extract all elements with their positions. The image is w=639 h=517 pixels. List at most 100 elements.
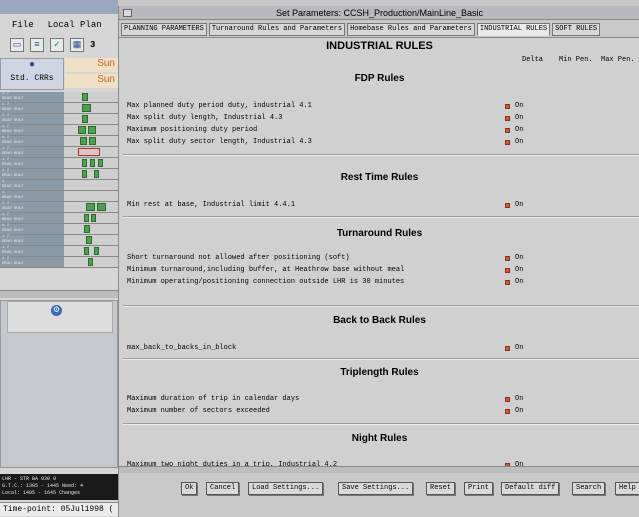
- search-button[interactable]: Search: [572, 482, 606, 495]
- crew-row[interactable]: 1 DEAD RULE: [0, 180, 118, 191]
- section-divider: [123, 423, 639, 425]
- day-header: Sun: [65, 74, 118, 88]
- button-bar: Ok Cancel Load Settings... Save Settings...…: [119, 474, 639, 517]
- status-line: LHR - STR BA 930 0: [2, 476, 57, 482]
- toggle-indicator-icon[interactable]: [505, 127, 510, 133]
- section-divider: [123, 216, 639, 218]
- toggle-label: On: [515, 126, 524, 134]
- tab-turnaround-rules-and-parameters[interactable]: Turnaround Rules and Parameters: [208, 23, 346, 36]
- tab-planning-parameters[interactable]: PLANNING PARAMETERS: [121, 23, 207, 36]
- rule-toggle[interactable]: On: [505, 265, 523, 275]
- toggle-label: On: [515, 102, 524, 110]
- default-diff-button[interactable]: Default diff: [501, 482, 560, 495]
- grid-icon[interactable]: ▦: [70, 38, 84, 52]
- toggle-indicator-icon[interactable]: [505, 279, 510, 285]
- cancel-button[interactable]: Cancel: [206, 482, 240, 495]
- day-header: Sun: [65, 58, 118, 72]
- save-settings-button[interactable]: Save Settings...: [338, 482, 414, 495]
- toggle-indicator-icon[interactable]: [505, 103, 510, 109]
- crew-row[interactable]: 1 7 DEAD RULE: [0, 147, 118, 158]
- open-icon[interactable]: ▭: [10, 38, 24, 52]
- horizontal-scrollbar[interactable]: [0, 290, 118, 298]
- dialog-titlebar: Set Parameters: CCSH_Production/MainLine…: [119, 6, 639, 20]
- rule-row: Short turnaround not allowed after posit…: [125, 253, 639, 263]
- tab-bar: PLANNING PARAMETERS Turnaround Rules and …: [119, 23, 639, 37]
- rule-toggle[interactable]: On: [505, 125, 523, 135]
- toolbar: ▭ ≡ ✓ ▦ 3: [10, 38, 95, 52]
- section-title: FDP Rules: [354, 73, 405, 84]
- crew-row[interactable]: 1 7 DEAD RULE: [0, 235, 118, 246]
- tab-homebase-rules-and-parameters[interactable]: Homebase Rules and Parameters: [347, 23, 475, 36]
- toggle-indicator-icon[interactable]: [505, 202, 510, 208]
- toggle-indicator-icon[interactable]: [505, 267, 510, 273]
- rule-row: max_back_to_backs_in_block On: [125, 343, 639, 353]
- crew-row[interactable]: 1 7 DEAD RULE: [0, 158, 118, 169]
- toggle-indicator-icon[interactable]: [505, 139, 510, 145]
- plan-header: ● Std. CRRs Sun Sun: [0, 58, 118, 90]
- info-column-header[interactable]: ● Std. CRRs: [0, 58, 64, 90]
- crew-row[interactable]: 1 7 DEAD RULE: [0, 257, 118, 268]
- menu-local-plan[interactable]: Local Plan: [48, 20, 102, 30]
- rule-row: Maximum duration of trip in calendar day…: [125, 394, 639, 404]
- load-settings-button[interactable]: Load Settings...: [248, 482, 324, 495]
- menu-bar: File Local Plan: [0, 17, 118, 33]
- reset-button[interactable]: Reset: [426, 482, 456, 495]
- crew-row[interactable]: 1 7 DEAD RULE: [0, 103, 118, 114]
- toggle-indicator-icon[interactable]: [505, 255, 510, 261]
- ok-button[interactable]: Ok: [181, 482, 198, 495]
- rule-toggle[interactable]: On: [505, 343, 523, 353]
- toggle-indicator-icon[interactable]: [505, 408, 510, 414]
- rule-toggle[interactable]: On: [505, 406, 523, 416]
- rule-toggle[interactable]: On: [505, 113, 523, 123]
- tab-industrial-rules[interactable]: INDUSTRIAL RULES: [476, 23, 551, 36]
- crew-row[interactable]: 1 7 DEAD RULE: [0, 92, 118, 103]
- settings-icon[interactable]: ⚙: [51, 305, 62, 316]
- status-line: Local: 1405 - 1645 Changes: [2, 490, 81, 496]
- check-icon[interactable]: ✓: [50, 38, 64, 52]
- rule-toggle[interactable]: On: [505, 200, 523, 210]
- window-menu-icon[interactable]: [123, 9, 132, 17]
- rule-toggle[interactable]: On: [505, 277, 523, 287]
- rule-name: Minimum turnaround,including buffer, at …: [127, 266, 405, 274]
- crew-row[interactable]: 1 7 DEAD RULE: [0, 114, 118, 125]
- rule-name: Min rest at base, Industrial limit 4.4.1: [127, 201, 296, 209]
- rule-name: Max planned duty period duty, industrial…: [127, 102, 312, 110]
- rule-row: Minimum turnaround,including buffer, at …: [125, 265, 639, 275]
- crew-row[interactable]: 1 7 DEAD RULE: [0, 136, 118, 147]
- dialog-title: Set Parameters: CCSH_Production/MainLine…: [275, 8, 484, 18]
- toggle-label: On: [515, 254, 524, 262]
- section-divider: [123, 154, 639, 156]
- rule-toggle[interactable]: On: [505, 137, 523, 147]
- crew-row[interactable]: 1 DEAD RULE: [0, 191, 118, 202]
- menu-file[interactable]: File: [12, 20, 34, 30]
- print-button[interactable]: Print: [464, 482, 494, 495]
- page-title: INDUSTRIAL RULES: [326, 40, 433, 52]
- rule-toggle[interactable]: On: [505, 394, 523, 404]
- crew-row[interactable]: 1 7 DEAD RULE: [0, 125, 118, 136]
- rule-name: Max split duty length, Industrial 4.3: [127, 114, 283, 122]
- crew-row[interactable]: 1 7 DEAD RULE: [0, 224, 118, 235]
- crew-row[interactable]: 1 7 DEAD RULE: [0, 246, 118, 257]
- toggle-indicator-icon[interactable]: [505, 345, 510, 351]
- toggle-indicator-icon[interactable]: [505, 115, 510, 121]
- toggle-label: On: [515, 395, 524, 403]
- status-area: LHR - STR BA 930 0 G.T.C.: 1305 - 1445 N…: [0, 474, 118, 500]
- crew-plan-window: File Local Plan ▭ ≡ ✓ ▦ 3 ● Std. CRRs Su…: [0, 0, 118, 517]
- toggle-label: On: [515, 266, 524, 274]
- rule-name: Maximum number of sectors exceeded: [127, 407, 270, 415]
- horizontal-scrollbar[interactable]: [119, 466, 639, 473]
- toggle-label: On: [515, 138, 524, 146]
- rule-name: Max split duty sector length, Industrial…: [127, 138, 312, 146]
- tab-soft-rules[interactable]: SOFT RULES: [552, 23, 601, 36]
- rule-row: Maximum number of sectors exceeded On: [125, 406, 639, 416]
- window-titlebar: [0, 0, 118, 14]
- rule-toggle[interactable]: On: [505, 101, 523, 111]
- crew-row[interactable]: 1 7 DEAD RULE: [0, 169, 118, 180]
- crew-row[interactable]: 1 7 DEAD RULE: [0, 202, 118, 213]
- list-icon[interactable]: ≡: [30, 38, 44, 52]
- crew-row[interactable]: 1 7 DEAD RULE: [0, 213, 118, 224]
- rule-toggle[interactable]: On: [505, 253, 523, 263]
- toggle-indicator-icon[interactable]: [505, 396, 510, 402]
- help-button[interactable]: Help: [615, 482, 639, 495]
- rules-panel: INDUSTRIAL RULES Delta Min Pen. Max Pen.…: [119, 37, 639, 466]
